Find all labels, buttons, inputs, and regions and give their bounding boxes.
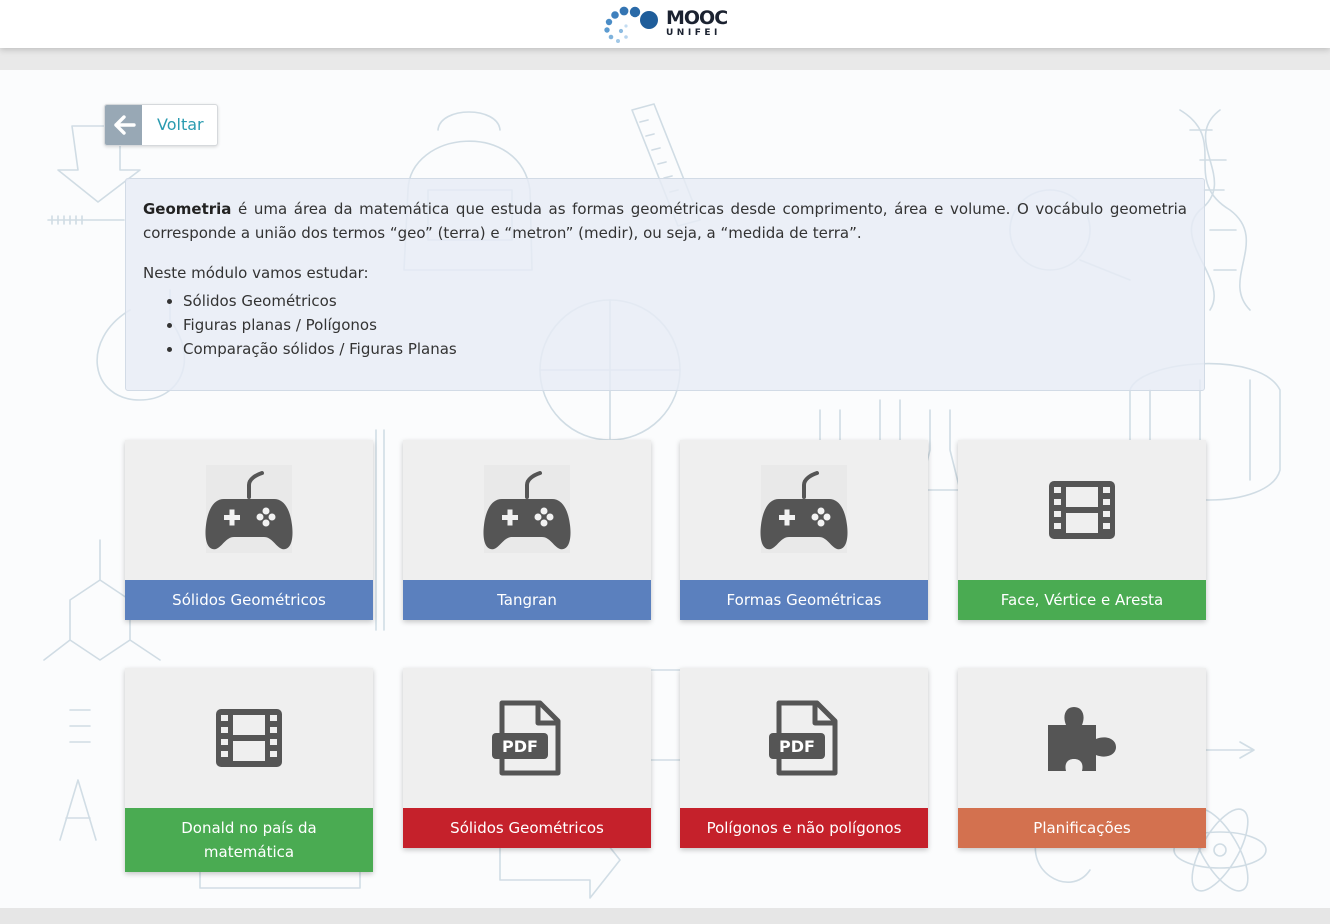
card-label: Polígonos e não polígonos (680, 808, 928, 848)
logo-subtitle: UNIFEI (666, 28, 721, 38)
pdf-file-icon: PDF (492, 700, 561, 776)
film-icon (1049, 481, 1115, 539)
topics-list: Sólidos Geométricos Figuras planas / Pol… (143, 289, 1187, 361)
back-button-label: Voltar (157, 115, 204, 134)
card-label: Sólidos Geométricos (125, 580, 373, 620)
intro-paragraph: Geometria é uma área da matemática que e… (143, 197, 1187, 245)
activity-card-formas-game[interactable]: Formas Geométricas (680, 440, 928, 620)
card-label: Planificações (958, 808, 1206, 848)
activity-card-poligonos-pdf[interactable]: PDF Polígonos e não polígonos (680, 668, 928, 848)
footer-strip (0, 908, 1330, 924)
gamepad-icon (483, 465, 571, 553)
main-content: Voltar Geometria é uma área da matemátic… (0, 70, 1330, 908)
card-label: Sólidos Geométricos (403, 808, 651, 848)
activity-card-solidos-game[interactable]: Sólidos Geométricos (125, 440, 373, 620)
mooc-unifei-logo[interactable]: MOOC UNIFEI (600, 4, 730, 46)
intro-text: é uma área da matemática que estuda as f… (143, 200, 1187, 242)
activity-card-planificacoes-puzzle[interactable]: Planificações (958, 668, 1206, 848)
pdf-file-icon: PDF (769, 700, 838, 776)
logo-wordmark: MOOC (666, 7, 728, 29)
puzzle-icon (1048, 707, 1116, 771)
card-label: Formas Geométricas (680, 580, 928, 620)
topic-item: Sólidos Geométricos (183, 289, 1187, 313)
module-intro-panel: Geometria é uma área da matemática que e… (125, 178, 1205, 391)
activity-card-tangran-game[interactable]: Tangran (403, 440, 651, 620)
intro-lead-term: Geometria (143, 200, 232, 218)
film-icon (216, 709, 282, 767)
arrow-left-icon (105, 105, 142, 145)
card-label: Face, Vértice e Aresta (958, 580, 1206, 620)
gamepad-icon (760, 465, 848, 553)
svg-text:PDF: PDF (502, 737, 538, 756)
back-button[interactable]: Voltar (104, 104, 218, 146)
gamepad-icon (205, 465, 293, 553)
top-bar: MOOC UNIFEI (0, 0, 1330, 48)
topic-item: Figuras planas / Polígonos (183, 313, 1187, 337)
activity-card-face-video[interactable]: Face, Vértice e Aresta (958, 440, 1206, 620)
activity-card-donald-video[interactable]: Donald no país da matemática (125, 668, 373, 872)
activity-card-solidos-pdf[interactable]: PDF Sólidos Geométricos (403, 668, 651, 848)
card-label: Donald no país da matemática (125, 808, 373, 872)
topic-item: Comparação sólidos / Figuras Planas (183, 337, 1187, 361)
modules-heading: Neste módulo vamos estudar: (143, 264, 369, 282)
dots-logo-icon (604, 6, 658, 43)
card-label: Tangran (403, 580, 651, 620)
svg-text:PDF: PDF (779, 737, 815, 756)
